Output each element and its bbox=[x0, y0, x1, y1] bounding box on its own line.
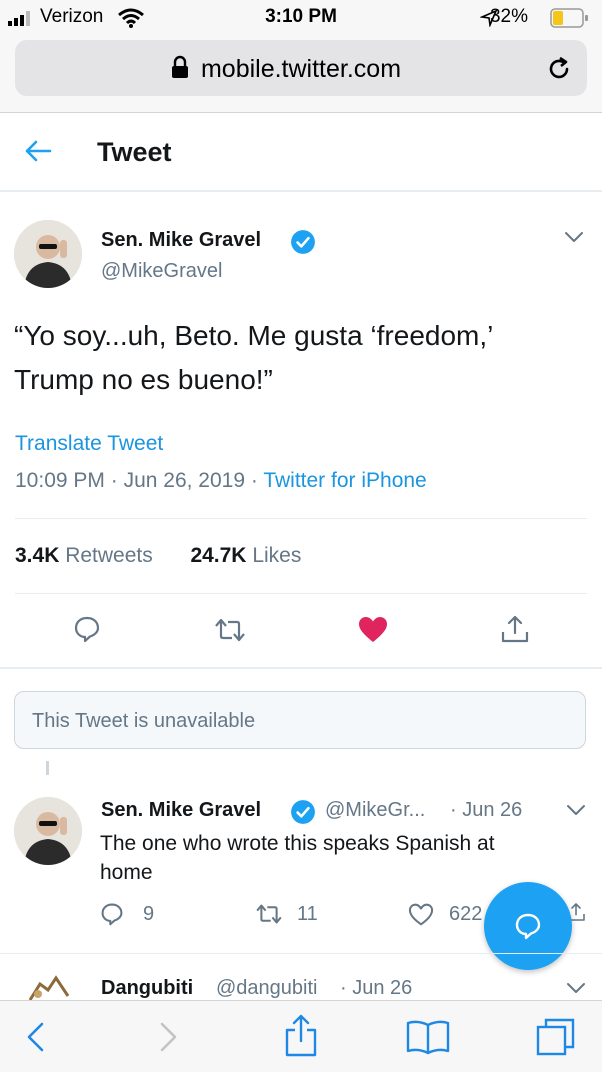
reply-text-line: home bbox=[100, 861, 153, 884]
next-tweet-avatar[interactable] bbox=[22, 972, 82, 1000]
like-count: 622 bbox=[449, 903, 483, 925]
reply-count: 9 bbox=[143, 903, 155, 925]
tabs-icon[interactable] bbox=[536, 1017, 576, 1057]
tweet-time: 10:09 PM bbox=[15, 469, 105, 492]
bookmarks-icon[interactable] bbox=[406, 1019, 450, 1055]
like-heart-outline-icon[interactable] bbox=[408, 903, 434, 926]
next-tweet-date[interactable]: · Jun 26 bbox=[340, 977, 412, 1000]
reply-author-handle[interactable]: @MikeGr... bbox=[325, 799, 425, 822]
status-bar: Verizon 3:10 PM 32% bbox=[0, 0, 602, 36]
browser-address-area: mobile.twitter.com bbox=[0, 36, 602, 113]
retweet-icon[interactable] bbox=[255, 903, 283, 925]
avatar[interactable] bbox=[14, 220, 82, 288]
url-text: mobile.twitter.com bbox=[200, 55, 402, 83]
share-icon[interactable] bbox=[500, 614, 530, 644]
verified-badge-icon bbox=[291, 230, 315, 254]
back-chevron-icon[interactable] bbox=[24, 1021, 46, 1053]
reply-icon[interactable] bbox=[73, 615, 101, 643]
forward-chevron-icon[interactable] bbox=[158, 1021, 180, 1053]
translate-tweet-link[interactable]: Translate Tweet bbox=[15, 432, 163, 456]
retweets-label: Retweets bbox=[65, 544, 153, 567]
next-tweet-author-handle[interactable]: @dangubiti bbox=[216, 977, 317, 1000]
like-heart-icon[interactable] bbox=[358, 616, 388, 643]
tweet-source-link[interactable]: Twitter for iPhone bbox=[263, 469, 426, 492]
avatar-photo bbox=[14, 797, 82, 865]
meta-separator: · bbox=[110, 469, 118, 492]
divider bbox=[15, 593, 587, 594]
reply-icon[interactable] bbox=[100, 902, 124, 926]
thread-line bbox=[46, 761, 49, 775]
divider bbox=[0, 667, 602, 669]
address-bar[interactable]: mobile.twitter.com bbox=[15, 40, 587, 96]
chevron-down-icon[interactable] bbox=[566, 981, 586, 995]
tweet-text-line: “Yo soy...uh, Beto. Me gusta ‘freedom,’ bbox=[14, 320, 494, 351]
tweet-meta: 10:09 PM · Jun 26, 2019 · Twitter for iP… bbox=[15, 469, 427, 493]
compose-button[interactable] bbox=[484, 882, 572, 970]
chevron-down-icon[interactable] bbox=[566, 803, 586, 817]
reply-text: The one who wrote this speaks Spanish at… bbox=[100, 829, 570, 887]
share-icon[interactable] bbox=[284, 1013, 318, 1057]
divider bbox=[0, 953, 602, 954]
likes-label: Likes bbox=[252, 544, 302, 567]
reload-icon[interactable] bbox=[546, 56, 572, 82]
tweet-author-name[interactable]: Sen. Mike Gravel bbox=[101, 229, 261, 252]
reply-avatar[interactable] bbox=[14, 797, 82, 865]
tweet-author-handle[interactable]: @MikeGravel bbox=[101, 260, 222, 283]
tweet-date: Jun 26, 2019 bbox=[123, 469, 246, 492]
meta-separator: · bbox=[250, 469, 258, 492]
retweets-count: 3.4K bbox=[15, 544, 60, 567]
retweet-icon[interactable] bbox=[214, 617, 246, 643]
battery-percent: 32% bbox=[489, 6, 528, 27]
avatar-photo bbox=[14, 220, 82, 288]
page-title: Tweet bbox=[97, 137, 172, 167]
reply-author-name[interactable]: Sen. Mike Gravel bbox=[101, 799, 261, 822]
browser-toolbar bbox=[0, 1000, 602, 1072]
header-divider bbox=[0, 190, 602, 192]
reply-date[interactable]: · Jun 26 bbox=[450, 799, 522, 822]
reply-text-line: The one who wrote this speaks Spanish at bbox=[100, 832, 495, 855]
likes-stat[interactable]: 24.7K Likes bbox=[190, 544, 301, 567]
unavailable-text: This Tweet is unavailable bbox=[32, 710, 256, 732]
retweets-stat[interactable]: 3.4K Retweets bbox=[15, 544, 153, 567]
tweet-text: “Yo soy...uh, Beto. Me gusta ‘freedom,’ … bbox=[14, 314, 589, 402]
tweet-text-line: Trump no es bueno!” bbox=[14, 364, 273, 395]
back-arrow-icon[interactable] bbox=[24, 139, 52, 163]
likes-count: 24.7K bbox=[190, 544, 247, 567]
chevron-down-icon[interactable] bbox=[564, 230, 584, 244]
battery-icon bbox=[550, 8, 588, 28]
next-tweet-author-name[interactable]: Dangubiti bbox=[101, 977, 193, 1000]
divider bbox=[15, 518, 587, 519]
unavailable-tweet-box: This Tweet is unavailable bbox=[14, 691, 586, 749]
compose-bubble-icon bbox=[515, 913, 541, 940]
tweet-stats: 3.4K Retweets 24.7K Likes bbox=[15, 544, 301, 568]
verified-badge-icon bbox=[291, 800, 315, 824]
retweet-count: 11 bbox=[297, 903, 318, 925]
